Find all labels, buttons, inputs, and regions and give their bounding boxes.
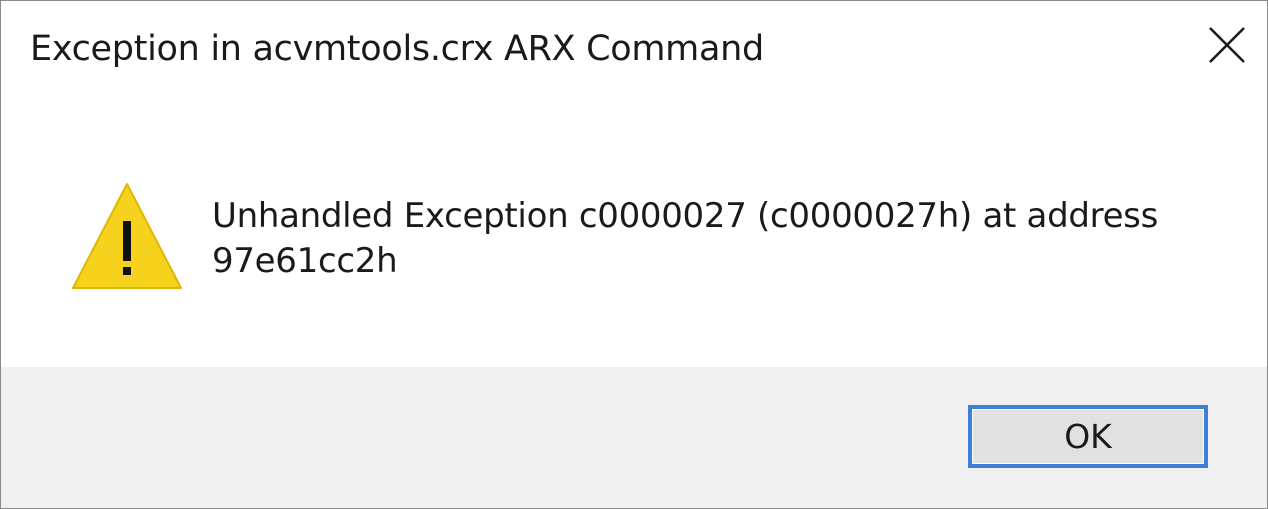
close-icon — [1209, 27, 1245, 63]
exception-dialog: Exception in acvmtools.crx ARX Command U… — [0, 0, 1268, 509]
dialog-content: Unhandled Exception c0000027 (c0000027h)… — [1, 101, 1267, 367]
title-bar: Exception in acvmtools.crx ARX Command — [1, 1, 1267, 101]
button-bar: OK — [1, 367, 1267, 508]
ok-button[interactable]: OK — [968, 405, 1208, 468]
error-message: Unhandled Exception c0000027 (c0000027h)… — [212, 196, 1159, 281]
ok-button-label: OK — [1064, 417, 1112, 456]
warning-icon — [72, 183, 182, 289]
window-title: Exception in acvmtools.crx ARX Command — [30, 29, 764, 69]
close-button[interactable] — [1197, 15, 1257, 75]
